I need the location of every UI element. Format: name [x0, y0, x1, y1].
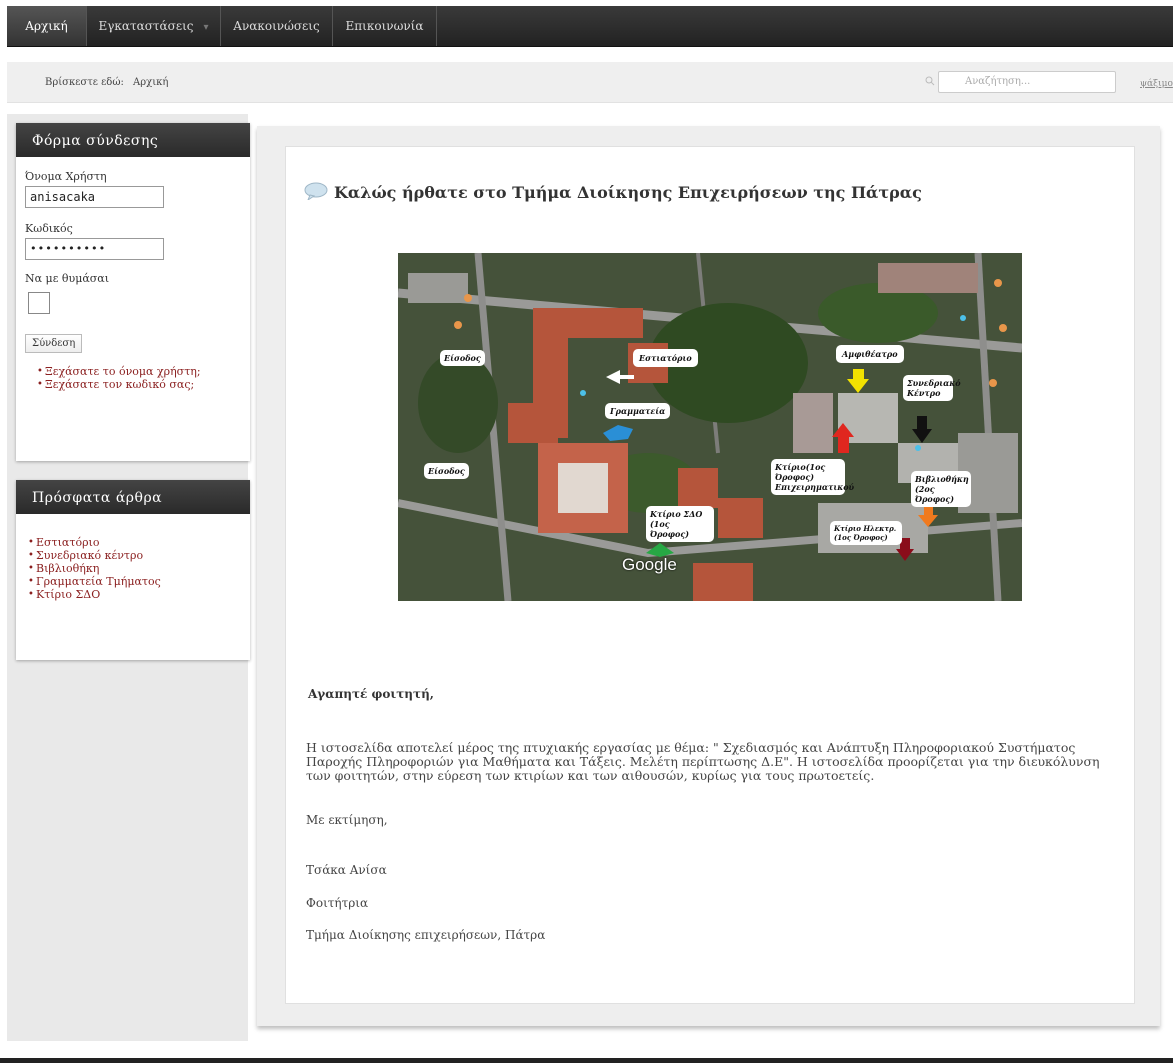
breadcrumb-prefix: Βρίσκεστε εδώ:	[45, 77, 124, 88]
map-label-library: Βιβλιοθήκη (2ος Όροφος)	[911, 471, 971, 507]
remember-checkbox[interactable]	[28, 292, 50, 314]
forgot-password-link[interactable]: Ξεχάσατε τον κωδικό σας;	[37, 378, 241, 391]
article-paragraph: Η ιστοσελίδα αποτελεί μέρος της πτυχιακή…	[306, 740, 1100, 783]
recent-article-link[interactable]: Βιβλιοθήκη	[28, 562, 250, 575]
search-input[interactable]: Αναζήτηση...	[938, 71, 1116, 93]
breadcrumb-current[interactable]: Αρχική	[133, 77, 168, 88]
map-label-restaurant: Εστιατόριο	[633, 349, 698, 367]
login-help-links: Ξεχάσατε το όνομα χρήστη; Ξεχάσατε τον κ…	[25, 365, 241, 391]
nav-item-announcements[interactable]: Ανακοινώσεις	[221, 6, 333, 46]
signature-role: Φοιτήτρια	[306, 896, 369, 910]
nav-item-facilities[interactable]: Εγκαταστάσεις ▾	[87, 6, 221, 46]
password-label: Κωδικός	[25, 222, 73, 235]
speech-bubble-icon	[304, 182, 328, 200]
chevron-down-icon: ▾	[203, 22, 209, 33]
username-label: Όνομα Χρήστη	[25, 170, 107, 183]
signature-name: Τσάκα Ανίσα	[306, 863, 387, 877]
recent-article-link[interactable]: Εστιατόριο	[28, 536, 250, 549]
login-module: Φόρμα σύνδεσης Όνομα Χρήστη anisacaka Κω…	[16, 123, 250, 461]
top-navigation: Αρχική Εγκαταστάσεις ▾ Ανακοινώσεις Επικο…	[7, 6, 1173, 47]
greeting-text: Αγαπητέ φοιτητή,	[308, 687, 434, 701]
recent-articles-title: Πρόσφατα άρθρα	[16, 480, 250, 514]
search-icon	[925, 76, 935, 86]
left-sidebar: Φόρμα σύνδεσης Όνομα Χρήστη anisacaka Κω…	[7, 114, 250, 1041]
map-label-entrance: Είσοδος	[440, 350, 485, 366]
google-watermark: Google	[622, 555, 677, 574]
map-label-electrical-building: Κτίριο Ηλεκτρ. (1ος Όροφος)	[830, 521, 902, 545]
footer-bar	[0, 1058, 1173, 1063]
username-field[interactable]: anisacaka	[25, 186, 164, 208]
login-title: Φόρμα σύνδεσης	[16, 123, 250, 157]
login-button[interactable]: Σύνδεση	[25, 334, 83, 353]
map-label-amphitheatre: Αμφιθέατρο	[836, 345, 904, 363]
recent-article-link[interactable]: Κτίριο ΣΔΟ	[28, 588, 250, 601]
forgot-username-link[interactable]: Ξεχάσατε το όνομα χρήστη;	[37, 365, 241, 378]
breadcrumb-bar: Βρίσκεστε εδώ: Αρχική Αναζήτηση... ψάξιμ…	[7, 62, 1173, 103]
main-content: Καλώς ήρθατε στο Τμήμα Διοίκησης Επιχειρ…	[257, 126, 1160, 1026]
campus-map-image: Είσοδος Εστιατόριο Αμφιθέατρο Συνεδριακό…	[398, 253, 1022, 601]
signature-department: Τμήμα Διοίκησης επιχειρήσεων, Πάτρα	[306, 928, 546, 942]
breadcrumb: Βρίσκεστε εδώ: Αρχική	[45, 77, 168, 88]
map-label-entrance: Είσοδος	[424, 463, 469, 479]
remember-label: Να με θυμάσαι	[25, 272, 110, 285]
recent-articles-list: Εστιατόριο Συνεδριακό κέντρο Βιβλιοθήκη …	[16, 536, 250, 601]
nav-item-home[interactable]: Αρχική	[7, 6, 87, 46]
password-field[interactable]: ••••••••••	[25, 238, 164, 260]
map-label-secretariat: Γραμματεία	[605, 403, 671, 419]
article-title: Καλώς ήρθατε στο Τμήμα Διοίκησης Επιχειρ…	[334, 183, 922, 202]
map-label-conference: Συνεδριακό Κέντρο	[903, 375, 961, 401]
search-button[interactable]: ψάξιμο	[1140, 79, 1173, 89]
article: Καλώς ήρθατε στο Τμήμα Διοίκησης Επιχειρ…	[285, 146, 1135, 1004]
recent-article-link[interactable]: Συνεδριακό κέντρο	[28, 549, 250, 562]
recent-articles-module: Πρόσφατα άρθρα Εστιατόριο Συνεδριακό κέν…	[16, 480, 250, 660]
closing-text: Με εκτίμηση,	[306, 813, 388, 827]
nav-item-contact[interactable]: Επικοινωνία	[333, 6, 437, 46]
recent-article-link[interactable]: Γραμματεία Τμήματος	[28, 575, 250, 588]
map-label-sdo-building: Κτίριο ΣΔΟ (1ος Όροφος)	[646, 506, 714, 542]
map-label-business-building: Κτίριο(1ος Όροφος) Επιχειρηματικού	[771, 459, 854, 495]
